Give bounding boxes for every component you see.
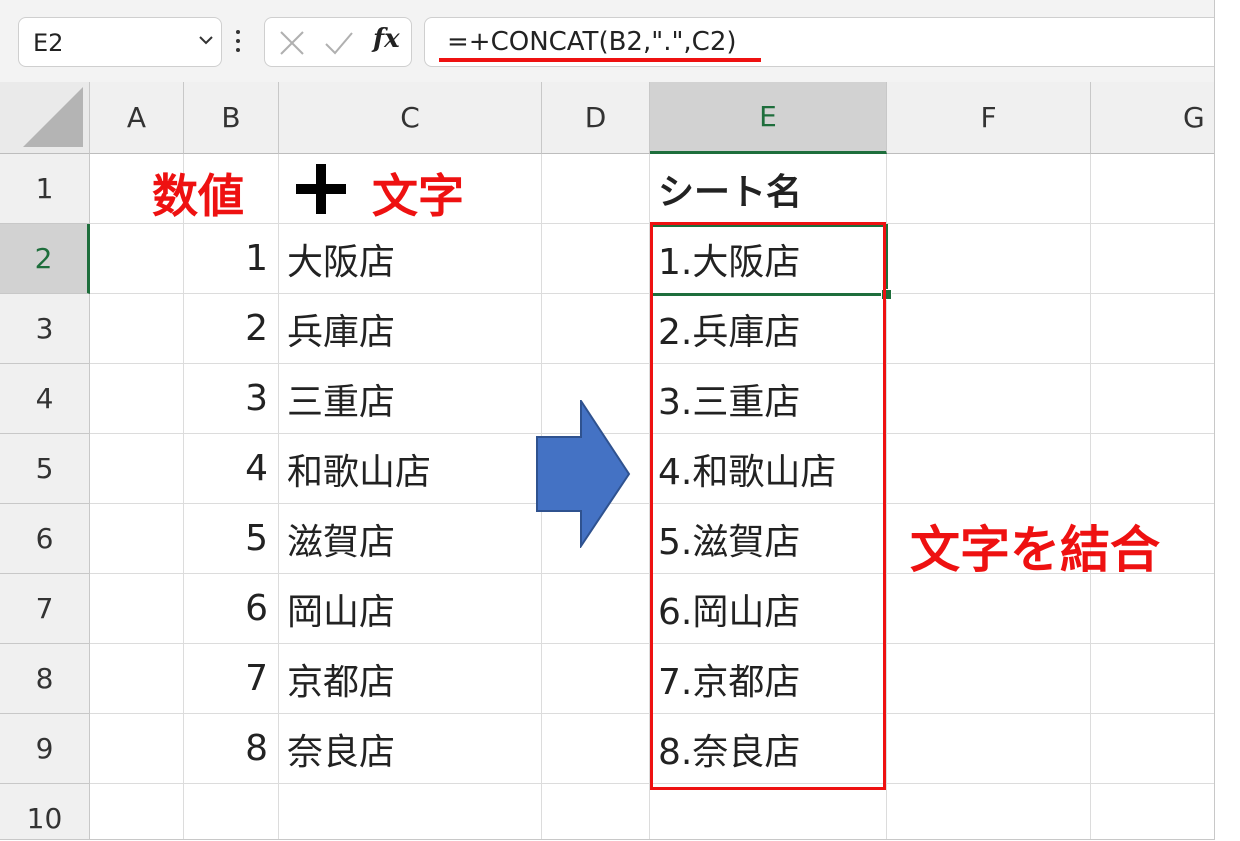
formula-input[interactable]: =+CONCAT(B2,".",C2) (424, 17, 1214, 67)
row-header-7[interactable]: 7 (0, 574, 90, 644)
grid-cell[interactable] (887, 154, 1091, 224)
column-header-d[interactable]: D (542, 82, 650, 154)
cell-b9[interactable]: 8 (184, 714, 279, 784)
cell-c5[interactable]: 和歌山店 (279, 434, 542, 504)
formula-controls: fx (264, 17, 412, 67)
cell-c7[interactable]: 岡山店 (279, 574, 542, 644)
cell-b7[interactable]: 6 (184, 574, 279, 644)
name-box-value: E2 (33, 29, 64, 57)
formula-bar-area: E2 fx =+CONCAT(B2,".",C2) (0, 0, 1214, 82)
formula-underline (439, 58, 761, 62)
row-header-2[interactable]: 2 (0, 224, 90, 294)
grid-cell[interactable] (1091, 574, 1214, 644)
grid-cell[interactable] (90, 504, 184, 574)
cell-c4[interactable]: 三重店 (279, 364, 542, 434)
cell-c8[interactable]: 京都店 (279, 644, 542, 714)
grid-cell[interactable] (1091, 434, 1214, 504)
plus-icon (296, 164, 346, 214)
grid-cell[interactable] (90, 574, 184, 644)
grid-cell[interactable] (90, 714, 184, 784)
grid-cell[interactable] (1091, 364, 1214, 434)
grid-cell[interactable] (650, 784, 887, 839)
grid-cell[interactable] (1091, 294, 1214, 364)
grid-cell[interactable] (542, 154, 650, 224)
grid-cell[interactable] (887, 224, 1091, 294)
column-header-b[interactable]: B (184, 82, 279, 154)
grid-cell[interactable] (542, 294, 650, 364)
grid-cell[interactable] (887, 644, 1091, 714)
grid-cell[interactable] (90, 364, 184, 434)
cell-b6[interactable]: 5 (184, 504, 279, 574)
column-header-f[interactable]: F (887, 82, 1091, 154)
column-header-a[interactable]: A (90, 82, 184, 154)
cell-b4[interactable]: 3 (184, 364, 279, 434)
grid-cell[interactable] (542, 784, 650, 839)
grid-cell[interactable] (887, 364, 1091, 434)
combine-label: 文字を結合 (910, 521, 1160, 579)
grid-cell[interactable] (279, 784, 542, 839)
grid-cell[interactable] (542, 714, 650, 784)
cell-c2[interactable]: 大阪店 (279, 224, 542, 294)
row-header-6[interactable]: 6 (0, 504, 90, 574)
cancel-icon[interactable] (277, 28, 307, 58)
select-all-corner[interactable] (0, 82, 90, 154)
grid-cell[interactable] (1091, 784, 1214, 839)
grid-cell[interactable] (542, 574, 650, 644)
more-options-icon[interactable] (236, 30, 242, 56)
number-label: 数値 (152, 169, 244, 223)
result-highlight-box (650, 222, 886, 790)
cell-c3[interactable]: 兵庫店 (279, 294, 542, 364)
grid-cell[interactable] (90, 294, 184, 364)
text-label: 文字 (372, 169, 464, 223)
grid-cell[interactable] (184, 784, 279, 839)
grid-cell[interactable] (887, 574, 1091, 644)
chevron-down-icon[interactable] (197, 31, 215, 49)
cell-c9[interactable]: 奈良店 (279, 714, 542, 784)
cell-e1-header[interactable]: シート名 (650, 154, 887, 224)
row-header-4[interactable]: 4 (0, 364, 90, 434)
grid-cell[interactable] (887, 784, 1091, 839)
row-header-10[interactable]: 10 (0, 784, 90, 839)
grid-cell[interactable] (887, 434, 1091, 504)
excel-window: E2 fx =+CONCAT(B2,".",C2) A B C D E F G (0, 0, 1215, 840)
grid-cell[interactable] (1091, 714, 1214, 784)
name-box[interactable]: E2 (18, 17, 222, 67)
grid-cell[interactable] (90, 784, 184, 839)
insert-function-icon[interactable]: fx (373, 24, 400, 54)
grid-cell[interactable] (90, 434, 184, 504)
column-header-c[interactable]: C (279, 82, 542, 154)
grid-cell[interactable] (1091, 224, 1214, 294)
grid-cell[interactable] (1091, 644, 1214, 714)
enter-check-icon[interactable] (323, 28, 355, 58)
cell-b3[interactable]: 2 (184, 294, 279, 364)
column-header-g[interactable]: G (1091, 82, 1214, 154)
grid-cell[interactable] (542, 224, 650, 294)
formula-text: =+CONCAT(B2,".",C2) (447, 27, 737, 57)
right-arrow-icon (536, 400, 631, 548)
row-header-9[interactable]: 9 (0, 714, 90, 784)
cell-b2[interactable]: 1 (184, 224, 279, 294)
row-header-8[interactable]: 8 (0, 644, 90, 714)
cell-c6[interactable]: 滋賀店 (279, 504, 542, 574)
grid-cell[interactable] (887, 294, 1091, 364)
grid-cell[interactable] (542, 644, 650, 714)
grid-cell[interactable] (90, 644, 184, 714)
cell-b5[interactable]: 4 (184, 434, 279, 504)
row-header-5[interactable]: 5 (0, 434, 90, 504)
column-header-e[interactable]: E (650, 82, 887, 154)
grid-cell[interactable] (887, 714, 1091, 784)
row-header-3[interactable]: 3 (0, 294, 90, 364)
row-header-1[interactable]: 1 (0, 154, 90, 224)
grid-cell[interactable] (1091, 154, 1214, 224)
grid-cell[interactable] (90, 224, 184, 294)
cell-b8[interactable]: 7 (184, 644, 279, 714)
